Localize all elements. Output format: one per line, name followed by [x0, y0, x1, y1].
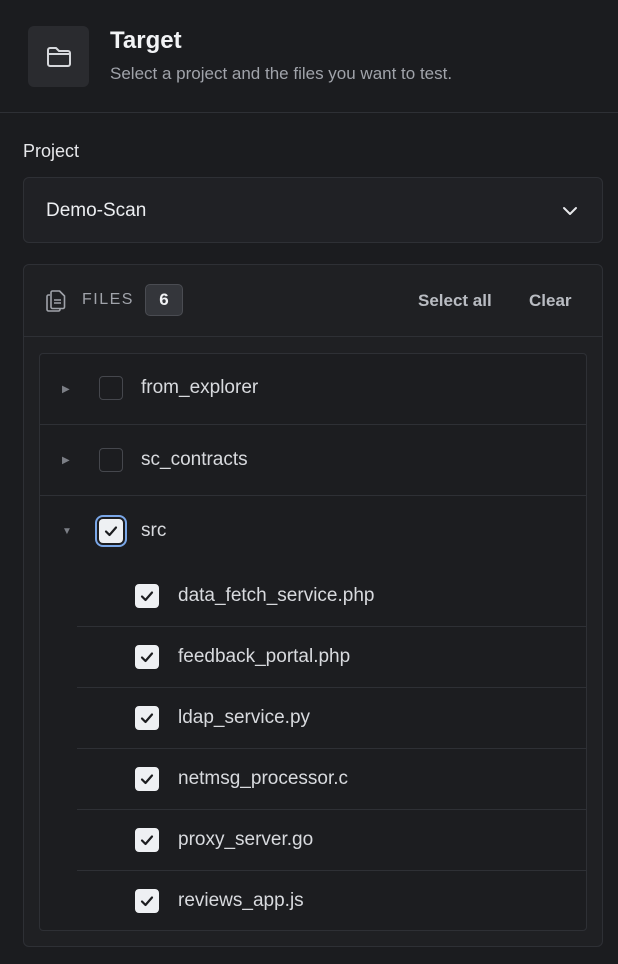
caret-down-icon[interactable]: ▼	[62, 527, 72, 537]
file-name: netmsg_processor.c	[178, 768, 349, 789]
file-name: reviews_app.js	[178, 890, 304, 911]
checkmark-icon	[140, 896, 154, 907]
folder-name: from_explorer	[141, 377, 259, 398]
file-name: ldap_service.py	[178, 707, 311, 728]
tree-file-row[interactable]: netmsg_processor.c	[77, 749, 586, 810]
folder-checkbox[interactable]	[99, 448, 123, 472]
file-checkbox[interactable]	[135, 645, 159, 669]
file-checkbox[interactable]	[135, 706, 159, 730]
checkmark-icon	[140, 835, 154, 846]
project-select[interactable]: Demo-Scan	[23, 177, 603, 243]
caret-right-icon[interactable]: ▶	[62, 385, 72, 395]
folder-name: sc_contracts	[141, 449, 248, 470]
checkmark-icon	[140, 652, 154, 663]
tree-file-row[interactable]: feedback_portal.php	[77, 627, 586, 688]
tree-file-row[interactable]: ldap_service.py	[77, 688, 586, 749]
folder-checkbox[interactable]	[99, 519, 123, 543]
file-checkbox[interactable]	[135, 828, 159, 852]
file-checkbox[interactable]	[135, 889, 159, 913]
tree-folder-sc-contracts[interactable]: ▶ sc_contracts	[40, 425, 586, 496]
select-all-button[interactable]: Select all	[418, 291, 492, 311]
page-title: Target	[110, 27, 182, 54]
tree-folder-from-explorer[interactable]: ▶ from_explorer	[40, 354, 586, 425]
tree-file-row[interactable]: proxy_server.go	[77, 810, 586, 871]
files-icon	[46, 290, 66, 312]
files-panel: FILES 6 Select all Clear ▶ from_explorer…	[23, 264, 603, 947]
checkmark-icon	[140, 591, 154, 602]
files-label: FILES	[82, 291, 134, 308]
checkmark-icon	[104, 526, 118, 537]
page-subtitle: Select a project and the files you want …	[110, 64, 453, 83]
file-tree: ▶ from_explorer ▶ sc_contracts ▼ src dat…	[39, 353, 587, 931]
file-name: proxy_server.go	[178, 829, 314, 850]
project-select-value: Demo-Scan	[46, 200, 147, 221]
folder-name: src	[141, 520, 167, 541]
files-count-badge: 6	[145, 284, 183, 316]
clear-button[interactable]: Clear	[529, 291, 572, 311]
tree-file-row[interactable]: reviews_app.js	[77, 871, 586, 932]
tree-folder-src[interactable]: ▼ src	[40, 496, 586, 566]
folder-checkbox[interactable]	[99, 376, 123, 400]
folder-icon	[28, 26, 89, 87]
checkmark-icon	[140, 713, 154, 724]
checkmark-icon	[140, 774, 154, 785]
caret-right-icon[interactable]: ▶	[62, 456, 72, 466]
chevron-down-icon	[563, 207, 577, 215]
project-label: Project	[23, 141, 80, 161]
file-name: feedback_portal.php	[178, 646, 351, 667]
file-name: data_fetch_service.php	[178, 585, 375, 606]
file-checkbox[interactable]	[135, 584, 159, 608]
tree-file-row[interactable]: data_fetch_service.php	[77, 566, 586, 627]
file-checkbox[interactable]	[135, 767, 159, 791]
files-header: FILES 6 Select all Clear	[24, 265, 602, 337]
target-header: Target Select a project and the files yo…	[0, 0, 618, 113]
